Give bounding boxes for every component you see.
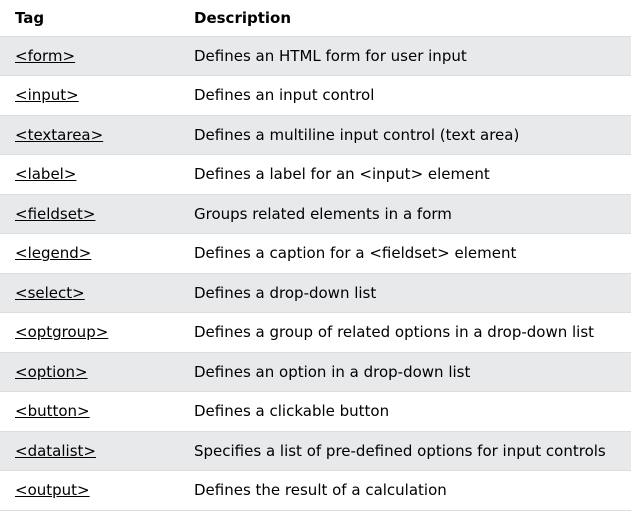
table-row: <input> Defines an input control [0, 75, 631, 116]
table-row: <optgroup> Defines a group of related op… [0, 312, 631, 353]
table-row: <legend> Defines a caption for a <fields… [0, 233, 631, 274]
tag-cell: <option> [0, 352, 179, 392]
description-cell: Specifies a list of pre-defined options … [179, 431, 631, 471]
tag-cell: <button> [0, 391, 179, 432]
tag-link-legend[interactable]: <legend> [15, 244, 91, 262]
tag-link-form[interactable]: <form> [15, 47, 75, 65]
table-row: <textarea> Defines a multiline input con… [0, 115, 631, 155]
tag-cell: <datalist> [0, 431, 179, 471]
tag-cell: <form> [0, 36, 179, 76]
description-cell: Groups related elements in a form [179, 194, 631, 234]
description-cell: Defines an option in a drop-down list [179, 352, 631, 392]
tag-link-select[interactable]: <select> [15, 284, 85, 302]
description-cell: Defines the result of a calculation [179, 470, 631, 511]
tag-link-textarea[interactable]: <textarea> [15, 126, 103, 144]
description-cell: Defines an HTML form for user input [179, 36, 631, 76]
tag-link-datalist[interactable]: <datalist> [15, 442, 96, 460]
tag-cell: <optgroup> [0, 312, 179, 353]
table-row: <button> Defines a clickable button [0, 391, 631, 432]
description-cell: Defines a group of related options in a … [179, 312, 631, 353]
tag-link-button[interactable]: <button> [15, 402, 90, 420]
table-row: <form> Defines an HTML form for user inp… [0, 36, 631, 76]
table-row: <option> Defines an option in a drop-dow… [0, 352, 631, 392]
tag-cell: <input> [0, 75, 179, 116]
header-description: Description [179, 0, 631, 37]
description-cell: Defines a drop-down list [179, 273, 631, 313]
tag-cell: <label> [0, 154, 179, 195]
tag-reference-table: Tag Description <form> Defines an HTML f… [0, 0, 631, 511]
tag-cell: <output> [0, 470, 179, 511]
table-row: <label> Defines a label for an <input> e… [0, 154, 631, 195]
tag-link-fieldset[interactable]: <fieldset> [15, 205, 95, 223]
tag-link-label[interactable]: <label> [15, 165, 76, 183]
description-cell: Defines a caption for a <fieldset> eleme… [179, 233, 631, 274]
table-row: <fieldset> Groups related elements in a … [0, 194, 631, 234]
tag-cell: <select> [0, 273, 179, 313]
tag-link-option[interactable]: <option> [15, 363, 88, 381]
description-cell: Defines a label for an <input> element [179, 154, 631, 195]
tag-cell: <legend> [0, 233, 179, 274]
header-tag: Tag [0, 0, 179, 37]
description-cell: Defines an input control [179, 75, 631, 116]
tag-link-optgroup[interactable]: <optgroup> [15, 323, 108, 341]
tag-cell: <textarea> [0, 115, 179, 155]
table-row: <output> Defines the result of a calcula… [0, 470, 631, 511]
table-header-row: Tag Description [0, 0, 631, 37]
tag-link-output[interactable]: <output> [15, 481, 90, 499]
table-row: <select> Defines a drop-down list [0, 273, 631, 313]
table-row: <datalist> Specifies a list of pre-defin… [0, 431, 631, 471]
tag-cell: <fieldset> [0, 194, 179, 234]
tag-link-input[interactable]: <input> [15, 86, 79, 104]
description-cell: Defines a multiline input control (text … [179, 115, 631, 155]
description-cell: Defines a clickable button [179, 391, 631, 432]
